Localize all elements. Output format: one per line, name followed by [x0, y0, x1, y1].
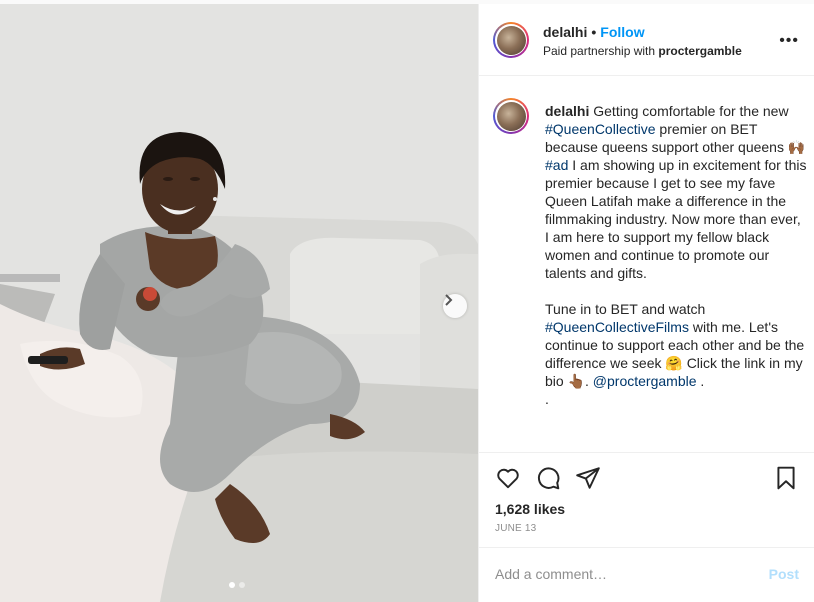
likes-count[interactable]: 1,628 likes [495, 501, 565, 517]
comment-button[interactable] [535, 465, 561, 491]
partnership-prefix: Paid partnership with [543, 44, 656, 58]
chevron-right-icon [445, 294, 453, 306]
author-avatar[interactable] [493, 22, 529, 58]
comment-input[interactable] [495, 564, 735, 584]
comments-area: delalhi Getting comfortable for the new … [479, 76, 814, 452]
post-comment-button[interactable]: Post [769, 566, 799, 582]
paper-plane-icon [576, 467, 600, 489]
paid-partnership-line: Paid partnership with proctergamble [543, 44, 742, 58]
carousel-dot [239, 582, 245, 588]
post-photo[interactable] [0, 4, 478, 602]
more-options-button[interactable]: ••• [779, 32, 799, 50]
caption-text: Getting comfortable for the new [589, 103, 789, 119]
bookmark-icon [777, 466, 795, 490]
photo-illustration [0, 4, 478, 602]
carousel-dot-active [229, 582, 235, 588]
hashtag-link[interactable]: #QueenCollective [545, 121, 656, 137]
follow-button[interactable]: Follow [600, 24, 644, 40]
avatar [496, 25, 526, 55]
carousel-next-button[interactable] [443, 294, 467, 318]
avatar [496, 101, 526, 131]
caption-paragraph-3: . [545, 391, 549, 407]
caption-avatar[interactable] [493, 98, 529, 134]
post-side-panel: delalhi • Follow Paid partnership with pro… [478, 4, 814, 602]
add-comment-bar: Post [479, 547, 814, 601]
header-separator: • [591, 24, 597, 40]
post-date[interactable]: JUNE 13 [495, 523, 536, 534]
author-line: delalhi • Follow [543, 24, 645, 40]
partner-link[interactable]: proctergamble [658, 44, 741, 58]
comment-icon [537, 467, 560, 490]
save-button[interactable] [773, 465, 799, 491]
caption-text: Tune in to BET and watch [545, 301, 706, 317]
post-actions: 1,628 likes JUNE 13 Post [479, 452, 814, 602]
caption-paragraph-2: Tune in to BET and watch #QueenCollectiv… [545, 300, 807, 390]
mention-link[interactable]: @proctergamble [593, 373, 697, 389]
heart-icon [497, 468, 519, 489]
caption-text: I am showing up in excitement for this p… [545, 157, 807, 281]
caption-username[interactable]: delalhi [545, 103, 589, 119]
hashtag-link[interactable]: #QueenCollectiveFilms [545, 319, 689, 335]
author-username[interactable]: delalhi [543, 24, 587, 40]
caption-text: . [696, 373, 705, 389]
post-caption: delalhi Getting comfortable for the new … [545, 102, 807, 408]
hashtag-link[interactable]: #ad [545, 157, 568, 173]
like-button[interactable] [495, 465, 521, 491]
carousel-indicator [229, 582, 245, 588]
post-header: delalhi • Follow Paid partnership with pro… [479, 4, 814, 76]
share-button[interactable] [575, 465, 601, 491]
caption-paragraph-1: delalhi Getting comfortable for the new … [545, 102, 807, 282]
